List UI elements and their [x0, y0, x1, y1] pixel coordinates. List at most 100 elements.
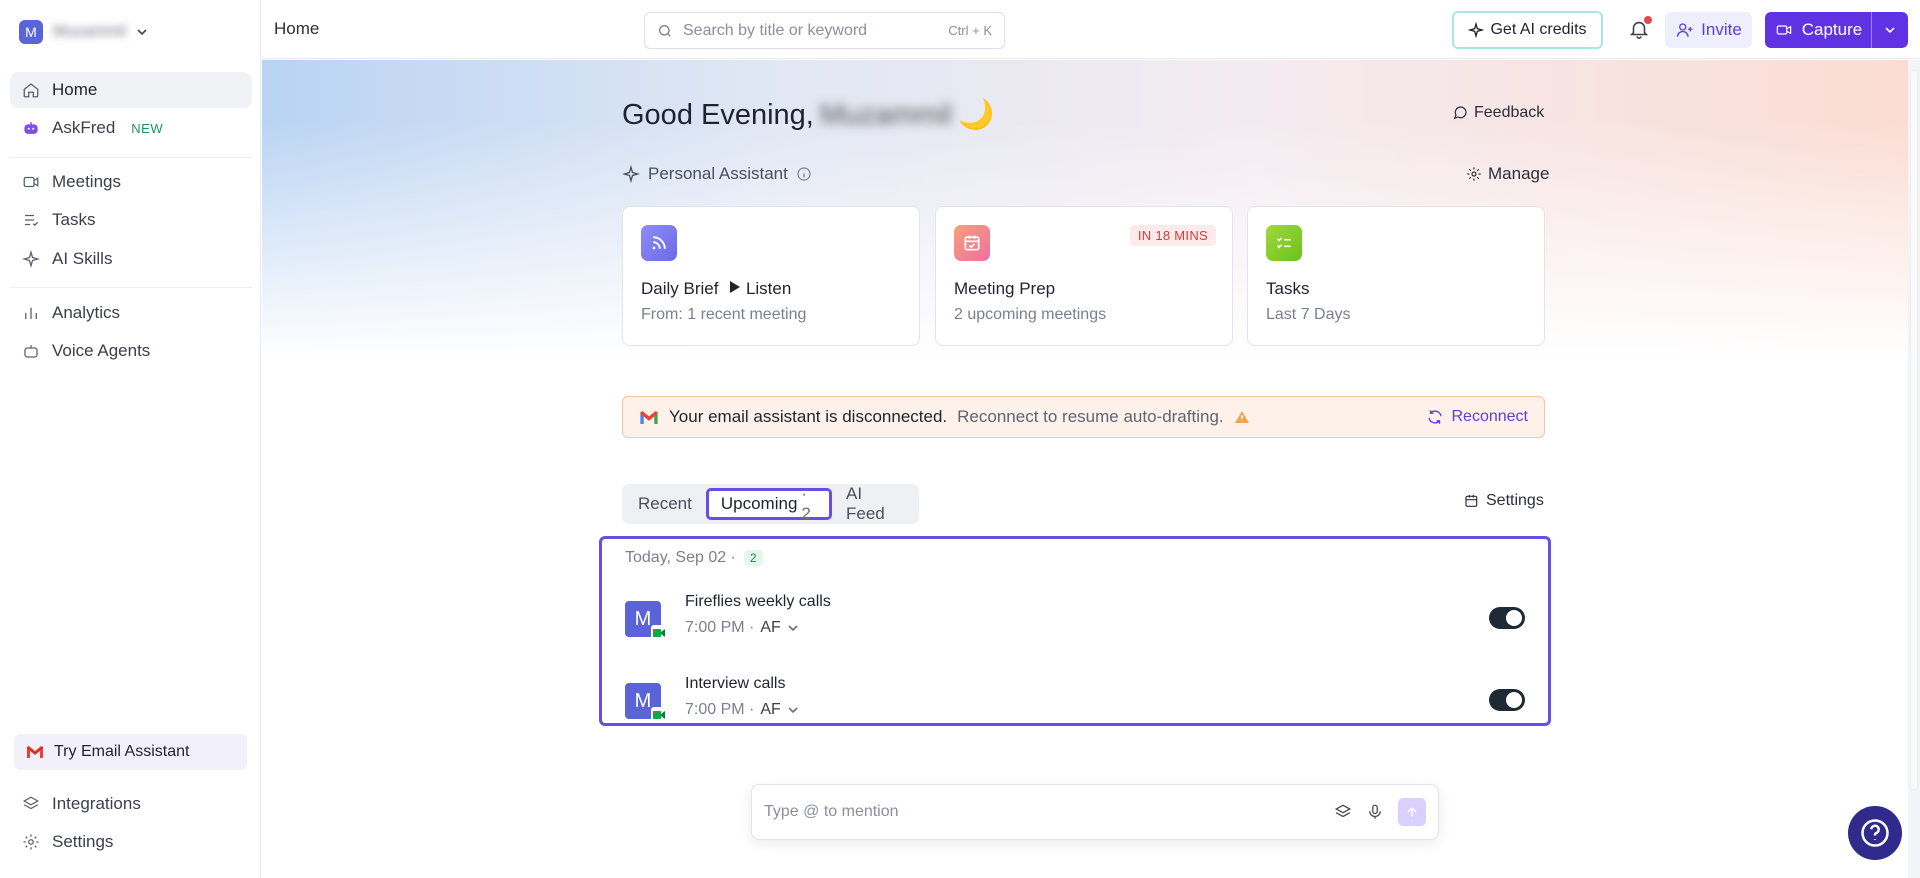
notetaker-toggle[interactable] — [1489, 689, 1525, 711]
refresh-icon — [1427, 410, 1442, 424]
video-icon — [23, 176, 39, 188]
sparkle-icon — [22, 250, 40, 268]
workspace-name: Muzammil — [53, 23, 126, 40]
daily-brief-title: Daily Brief — [641, 279, 719, 298]
meetings-settings-button[interactable]: Settings — [1464, 492, 1544, 510]
add-user-icon — [1676, 23, 1693, 37]
capture-button[interactable]: Capture — [1765, 12, 1908, 48]
sidebar-item-settings[interactable]: Settings — [10, 824, 252, 860]
scrollbar[interactable] — [1908, 60, 1920, 878]
greeting: Good Evening, Muzammil 🌙 — [622, 98, 994, 132]
gear-icon — [23, 834, 39, 850]
breadcrumb: Home — [274, 19, 320, 38]
banner-title: Your email assistant is disconnected. — [669, 407, 948, 426]
daily-brief-card[interactable]: Daily Brief Listen From: 1 recent meetin… — [622, 206, 920, 346]
sidebar-item-home[interactable]: Home — [10, 72, 252, 108]
day-count-badge: 2 — [743, 550, 763, 566]
feedback-button[interactable]: Feedback — [1452, 104, 1544, 122]
sidebar-divider — [10, 157, 252, 158]
sidebar-item-meetings[interactable]: Meetings — [10, 164, 252, 200]
greeting-text: Good Evening, — [622, 98, 814, 131]
sidebar-item-label: Settings — [52, 832, 114, 851]
invite-button[interactable]: Invite — [1665, 12, 1752, 48]
new-badge: NEW — [131, 120, 164, 136]
home-icon — [23, 83, 39, 98]
capture-main[interactable]: Capture — [1765, 12, 1872, 48]
help-button[interactable] — [1848, 806, 1902, 860]
meeting-title: Fireflies weekly calls — [685, 593, 831, 610]
google-meet-icon — [651, 707, 667, 723]
question-icon — [1861, 819, 1889, 847]
sidebar-item-analytics[interactable]: Analytics — [10, 295, 252, 331]
search-placeholder: Search by title or keyword — [683, 21, 868, 39]
search-input[interactable]: Search by title or keyword Ctrl + K — [644, 12, 1005, 49]
sidebar-item-integrations[interactable]: Integrations — [10, 786, 252, 822]
chevron-down-icon — [137, 29, 147, 36]
card-title: Meeting Prep — [954, 279, 1056, 298]
microphone-icon[interactable] — [1366, 803, 1384, 821]
try-email-assistant[interactable]: Try Email Assistant — [14, 734, 247, 770]
bar-chart-icon — [25, 307, 37, 319]
get-ai-credits-button[interactable]: Get AI credits — [1452, 11, 1603, 49]
scrollbar-thumb[interactable] — [1910, 70, 1918, 790]
greeting-name: Muzammil — [819, 98, 952, 131]
card-title: Tasks — [1266, 279, 1310, 298]
list-item[interactable]: M Interview calls 7:00 PM · AF — [625, 675, 1525, 735]
notetaker-toggle[interactable] — [1489, 607, 1525, 629]
notification-dot — [1644, 16, 1652, 24]
main-content: Good Evening, Muzammil 🌙 Feedback Person… — [262, 60, 1920, 878]
chevron-down-icon — [1885, 27, 1895, 34]
workspace-avatar: M — [19, 20, 43, 44]
list-item[interactable]: M Fireflies weekly calls 7:00 PM · AF — [625, 593, 1525, 653]
chat-bubble-icon — [1453, 106, 1467, 120]
feedback-label: Feedback — [1474, 104, 1545, 121]
chat-composer[interactable]: Type @ to mention — [751, 784, 1439, 840]
reconnect-label: Reconnect — [1451, 408, 1529, 425]
capture-dropdown[interactable] — [1872, 24, 1908, 36]
sidebar-item-voice-agents[interactable]: Voice Agents — [10, 333, 252, 369]
sidebar-item-label: Home — [52, 80, 98, 99]
chevron-down-icon[interactable] — [787, 622, 799, 634]
time-badge: IN 18 MINS — [1129, 225, 1216, 246]
play-icon — [730, 281, 741, 293]
calendar-icon — [954, 225, 990, 261]
tab-recent[interactable]: Recent — [626, 488, 704, 520]
tab-ai-feed[interactable]: AI Feed — [834, 484, 915, 523]
tasks-card[interactable]: Tasks Last 7 Days — [1247, 206, 1545, 346]
search-icon — [659, 24, 671, 37]
layers-icon[interactable] — [1334, 803, 1352, 821]
sparkle-icon — [1468, 22, 1485, 38]
notifications-button[interactable] — [1626, 16, 1652, 42]
credits-label: Get AI credits — [1490, 21, 1587, 38]
robot-icon — [24, 122, 38, 134]
tab-label: Upcoming — [720, 494, 798, 513]
meeting-time: 7:00 PM · — [685, 701, 755, 718]
meeting-host[interactable]: AF — [760, 619, 780, 637]
listen-label: Listen — [745, 279, 792, 298]
manage-label: Manage — [1488, 164, 1550, 183]
sidebar-item-label: Analytics — [52, 303, 121, 322]
meeting-host[interactable]: AF — [760, 701, 780, 719]
banner-subtitle: Reconnect to resume auto-drafting. — [957, 407, 1224, 426]
google-meet-icon — [651, 625, 667, 641]
chevron-down-icon[interactable] — [787, 704, 799, 716]
invite-label: Invite — [1701, 20, 1742, 39]
composer-input[interactable]: Type @ to mention — [764, 803, 1320, 821]
info-icon[interactable] — [796, 166, 812, 182]
sidebar-item-askfred[interactable]: AskFred NEW — [10, 110, 252, 146]
sidebar-item-label: AI Skills — [52, 249, 113, 268]
search-shortcut: Ctrl + K — [948, 23, 992, 38]
sidebar-item-ai-skills[interactable]: AI Skills — [10, 241, 252, 277]
play-listen[interactable]: Listen — [729, 279, 791, 298]
sidebar-item-label: Tasks — [52, 210, 96, 229]
workspace-switcher[interactable]: M Muzammil — [19, 20, 148, 44]
tab-upcoming[interactable]: Upcoming · 2 — [705, 484, 832, 523]
send-button[interactable] — [1398, 798, 1426, 826]
tab-count: · 2 — [801, 484, 811, 523]
meeting-prep-card[interactable]: IN 18 MINS Meeting Prep 2 upcoming meeti… — [935, 206, 1233, 346]
reconnect-button[interactable]: Reconnect — [1426, 408, 1529, 426]
day-label: Today, Sep 02 · — [625, 549, 736, 566]
manage-button[interactable]: Manage — [1466, 164, 1549, 184]
sidebar-item-tasks[interactable]: Tasks — [10, 202, 252, 238]
sidebar-item-label: Meetings — [52, 172, 121, 191]
